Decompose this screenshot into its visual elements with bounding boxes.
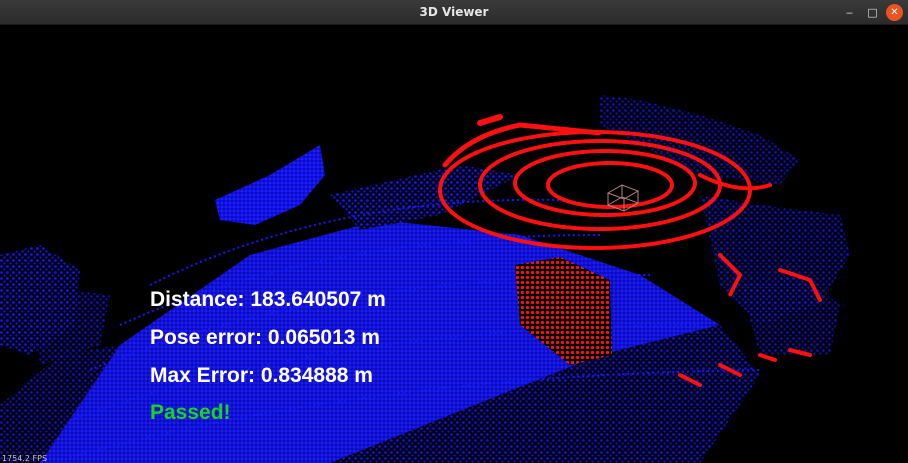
title-bar[interactable]: 3D Viewer ‒ □ ✕ [0, 0, 908, 25]
status-text: Passed! [150, 401, 231, 424]
close-button[interactable]: ✕ [886, 4, 903, 21]
minimize-button[interactable]: ‒ [841, 4, 858, 21]
3d-viewport[interactable]: Distance: 183.640507 m Pose error: 0.065… [0, 25, 908, 463]
point-cloud-render [0, 95, 850, 463]
window-title: 3D Viewer [419, 5, 489, 19]
viewer-window: 3D Viewer ‒ □ ✕ Distance: 183.640507 m P… [0, 0, 908, 463]
maximize-button[interactable]: □ [864, 4, 881, 21]
distance-readout: Distance: 183.640507 m [150, 288, 386, 311]
fps-counter: 1754.2 FPS [2, 454, 48, 463]
pose-error-readout: Pose error: 0.065013 m [150, 326, 380, 349]
max-error-readout: Max Error: 0.834888 m [150, 364, 373, 387]
map-point-cloud [0, 95, 850, 463]
